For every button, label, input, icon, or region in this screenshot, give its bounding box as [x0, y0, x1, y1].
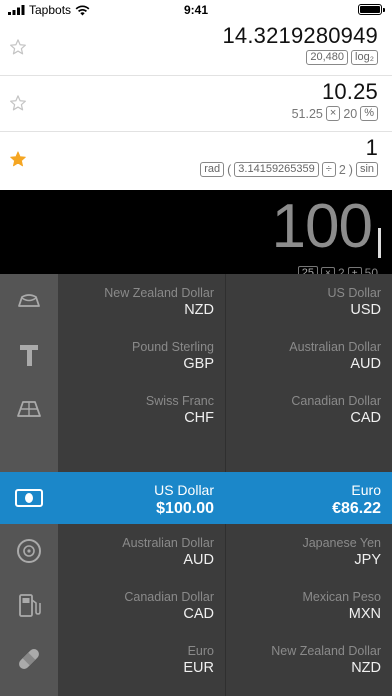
category-data[interactable] — [0, 524, 58, 578]
from-unit[interactable]: Swiss Franc CHF — [58, 382, 225, 436]
star-outline-icon[interactable] — [9, 38, 27, 56]
weight-icon — [18, 294, 40, 307]
to-unit[interactable]: Australian Dollar AUD — [225, 328, 392, 382]
tape-row[interactable]: 14.3219280949 20,480 log₂ — [0, 20, 392, 76]
tape-expression: 51.25 × 20 % — [292, 106, 378, 121]
operand-b: 20 — [343, 106, 358, 121]
unit-code: JPY — [354, 552, 381, 568]
conversion-row[interactable]: Euro EUR New Zealand Dollar NZD — [58, 632, 392, 686]
unit-code: NZD — [184, 302, 214, 318]
star-filled-icon[interactable] — [9, 150, 27, 168]
unit-code: CAD — [350, 410, 381, 426]
to-unit[interactable]: US Dollar USD — [225, 274, 392, 328]
status-bar: Tapbots 9:41 — [0, 0, 392, 20]
star-outline-icon[interactable] — [9, 94, 27, 112]
paren-close: ) — [348, 162, 353, 177]
conversion-row[interactable]: Pound Sterling GBP Australian Dollar AUD — [58, 328, 392, 382]
unit-code: USD — [350, 302, 381, 318]
operand-tag: 20,480 — [306, 50, 349, 65]
operand-tag: 3.14159265359 — [234, 162, 319, 177]
category-fuel[interactable] — [0, 578, 58, 632]
paren-open: ( — [227, 162, 232, 177]
from-unit[interactable]: Euro EUR — [58, 632, 225, 686]
area-icon — [17, 401, 41, 417]
operand-b: 2 — [338, 162, 346, 177]
unit-name: Mexican Peso — [302, 590, 381, 604]
clock: 9:41 — [183, 3, 209, 17]
unit-code: CHF — [184, 410, 214, 426]
unit-code: CAD — [183, 606, 214, 622]
from-unit[interactable]: Australian Dollar AUD — [58, 524, 225, 578]
from-amount: $100.00 — [156, 500, 214, 517]
from-unit[interactable]: Canadian Dollar CAD — [58, 578, 225, 632]
unit-code: AUD — [350, 356, 381, 372]
unit-code: MXN — [348, 606, 381, 622]
to-unit[interactable]: Canadian Dollar CAD — [225, 382, 392, 436]
multiply-tag: × — [325, 106, 341, 121]
category-sidebar[interactable] — [0, 274, 58, 696]
unit-name: Australian Dollar — [289, 340, 381, 354]
unit-name: Canadian Dollar — [291, 394, 381, 408]
unit-name: Swiss Franc — [145, 394, 214, 408]
rad-tag: rad — [200, 162, 225, 177]
unit-name: US Dollar — [154, 482, 214, 498]
category-currency[interactable] — [0, 472, 58, 524]
conversion-row[interactable]: Canadian Dollar CAD Mexican Peso MXN — [58, 578, 392, 632]
unit-code: EUR — [183, 660, 214, 676]
tape-row[interactable]: 1 rad ( 3.14159265359 ÷ 2 ) sin — [0, 132, 392, 190]
unit-code: NZD — [351, 660, 381, 676]
from-unit[interactable]: US Dollar $100.00 — [58, 472, 225, 526]
unit-name: Pound Sterling — [131, 340, 214, 354]
tape-expression: rad ( 3.14159265359 ÷ 2 ) sin — [200, 162, 378, 177]
category-tools[interactable] — [0, 328, 58, 382]
sin-tag: sin — [355, 162, 378, 177]
unit-name: Japanese Yen — [302, 536, 381, 550]
to-unit[interactable]: Euro €86.22 — [225, 472, 392, 526]
bandage-icon — [19, 649, 39, 669]
conversion-row[interactable]: Australian Dollar AUD Japanese Yen JPY — [58, 524, 392, 578]
tape-result: 14.3219280949 — [222, 23, 378, 48]
operand-a: 51.25 — [291, 106, 323, 121]
fuel-pump-icon — [19, 594, 41, 617]
unit-name: Australian Dollar — [122, 536, 214, 550]
tape-expression: 20,480 log₂ — [306, 50, 378, 65]
unit-code: GBP — [183, 356, 214, 372]
disc-icon — [17, 539, 41, 563]
to-amount: €86.22 — [332, 500, 381, 517]
calculation-tape[interactable]: 14.3219280949 20,480 log₂ 10.25 51.25 × … — [0, 20, 392, 190]
display-value: 100 — [271, 192, 373, 261]
from-unit[interactable]: Pound Sterling GBP — [58, 328, 225, 382]
from-unit[interactable]: New Zealand Dollar NZD — [58, 274, 225, 328]
tape-result: 10.25 — [321, 79, 378, 104]
unit-name: Euro — [187, 644, 214, 658]
category-medical[interactable] — [0, 632, 58, 686]
to-unit[interactable]: New Zealand Dollar NZD — [225, 632, 392, 686]
to-unit[interactable]: Mexican Peso MXN — [225, 578, 392, 632]
unit-name: New Zealand Dollar — [271, 644, 381, 658]
main-display[interactable]: 100 25 × 2 + 50 — [0, 190, 392, 280]
percent-tag: % — [360, 106, 378, 121]
unit-code: AUD — [183, 552, 214, 568]
category-area[interactable] — [0, 382, 58, 436]
unit-name: Canadian Dollar — [124, 590, 214, 604]
log2-tag: log₂ — [351, 50, 378, 65]
battery-icon — [358, 4, 385, 15]
hammer-icon — [20, 345, 38, 366]
unit-name: US Dollar — [327, 286, 382, 300]
category-weight[interactable] — [0, 274, 58, 328]
tape-result: 1 — [365, 135, 378, 160]
unit-name: New Zealand Dollar — [104, 286, 214, 300]
divide-tag: ÷ — [321, 162, 336, 177]
to-unit[interactable]: Japanese Yen JPY — [225, 524, 392, 578]
conversion-row[interactable]: Swiss Franc CHF Canadian Dollar CAD — [58, 382, 392, 436]
unit-name: Euro — [351, 482, 381, 498]
conversion-row-selected[interactable]: US Dollar $100.00 Euro €86.22 — [58, 472, 392, 524]
text-cursor — [378, 228, 381, 258]
unit-converter[interactable]: New Zealand Dollar NZD US Dollar USD Pou… — [0, 274, 392, 696]
currency-icon — [15, 489, 43, 507]
tape-row[interactable]: 10.25 51.25 × 20 % — [0, 76, 392, 132]
